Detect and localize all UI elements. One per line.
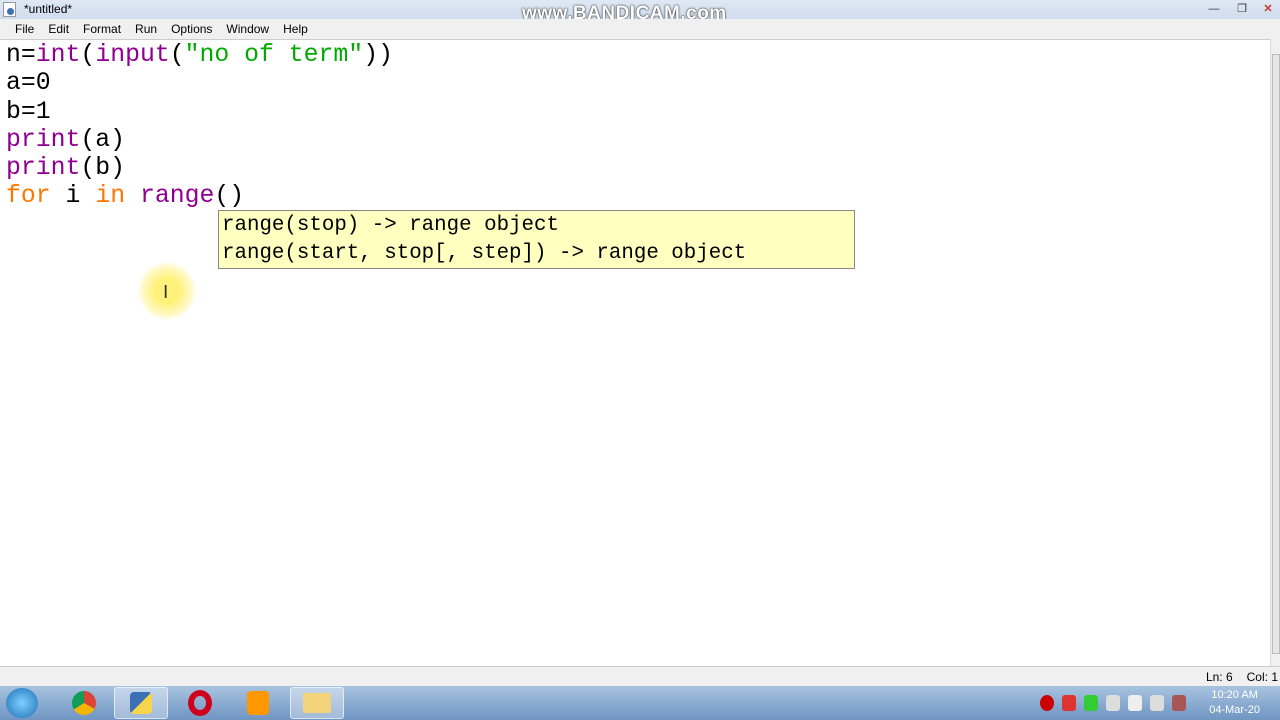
code-token-plain: (a) [80,125,126,154]
opera-icon[interactable] [173,687,227,719]
menu-window[interactable]: Window [219,19,276,39]
network-error-icon[interactable] [1062,695,1076,711]
wifi-icon[interactable] [1172,695,1186,711]
code-token-keyword: for [6,182,51,211]
code-token-keyword: in [95,182,126,211]
calltip-line: range(stop) -> range object [222,214,559,237]
code-line: for i in range() [6,182,393,210]
code-token-plain: () [214,182,245,211]
text-cursor-icon: I [163,282,169,303]
code-token-plain: n= [6,41,36,69]
folder-icon[interactable] [290,687,344,719]
start-button[interactable] [6,688,38,718]
calltip-tooltip: range(stop) -> range object range(start, … [218,210,855,269]
security-icon[interactable] [1084,695,1098,711]
volume-icon[interactable] [1150,695,1164,711]
code-line: b=1 [6,98,393,126]
sublime-icon[interactable] [231,687,285,719]
window-title: *untitled* [24,2,73,16]
clock[interactable]: 10:20 AM 04-Mar-20 [1209,688,1260,718]
code-token-plain: b=1 [6,97,51,126]
code-token-builtin: int [35,41,81,69]
minimize-button[interactable]: — [1200,0,1228,18]
menu-help[interactable]: Help [276,19,315,39]
system-tray [1040,695,1186,711]
column-number: Col: 1 [1246,670,1278,684]
taskbar: 10:20 AM 04-Mar-20 [0,686,1280,720]
code-token-string: "no of term" [184,41,364,69]
menu-bar: File Edit Format Run Options Window Help [0,19,1280,39]
code-token-plain: )) [363,41,393,69]
code-line: print(b) [6,154,393,182]
code-token-builtin: print [6,125,81,154]
code-editor[interactable]: n=int(input("no of term")) a=0 b=1 print(a)… [0,39,1270,666]
python-idle-icon[interactable] [114,687,168,719]
menu-run[interactable]: Run [128,19,164,39]
action-center-icon[interactable] [1106,695,1120,711]
close-button[interactable]: ✕ [1256,0,1280,18]
code-token-plain: ( [169,41,185,69]
code-token-builtin: input [95,41,170,69]
menu-file[interactable]: File [8,19,41,39]
menu-options[interactable]: Options [164,19,219,39]
clock-time: 10:20 AM [1211,689,1258,701]
code-line: n=int(input("no of term")) [6,41,393,69]
code-line: a=0 [6,69,393,97]
title-bar: *untitled* www.BANDICAM.com — ❐ ✕ [0,0,1280,24]
line-number: Ln: 6 [1205,670,1233,684]
record-icon[interactable] [1040,695,1054,711]
calltip-line: range(start, stop[, step]) -> range obje… [222,242,747,265]
menu-edit[interactable]: Edit [41,19,76,39]
chrome-icon[interactable] [57,687,111,719]
menu-format[interactable]: Format [76,19,128,39]
code-token-plain: i [50,182,96,211]
clock-date: 04-Mar-20 [1209,704,1260,716]
code-token-plain: (b) [80,154,126,183]
code-text[interactable]: n=int(input("no of term")) a=0 b=1 print(a)… [6,41,393,211]
code-token-plain: ( [80,41,96,69]
code-token-builtin: range [139,182,215,211]
maximize-button[interactable]: ❐ [1228,0,1256,18]
battery-icon[interactable] [1128,695,1142,711]
status-bar: Ln: 6 Col: 1 [0,666,1280,686]
code-token-plain: a=0 [6,69,51,98]
code-token-builtin: print [6,154,81,183]
vertical-scrollbar[interactable] [1270,39,1280,666]
scrollbar-thumb[interactable] [1272,54,1280,654]
code-line: print(a) [6,126,393,154]
idle-app-icon [3,2,16,17]
